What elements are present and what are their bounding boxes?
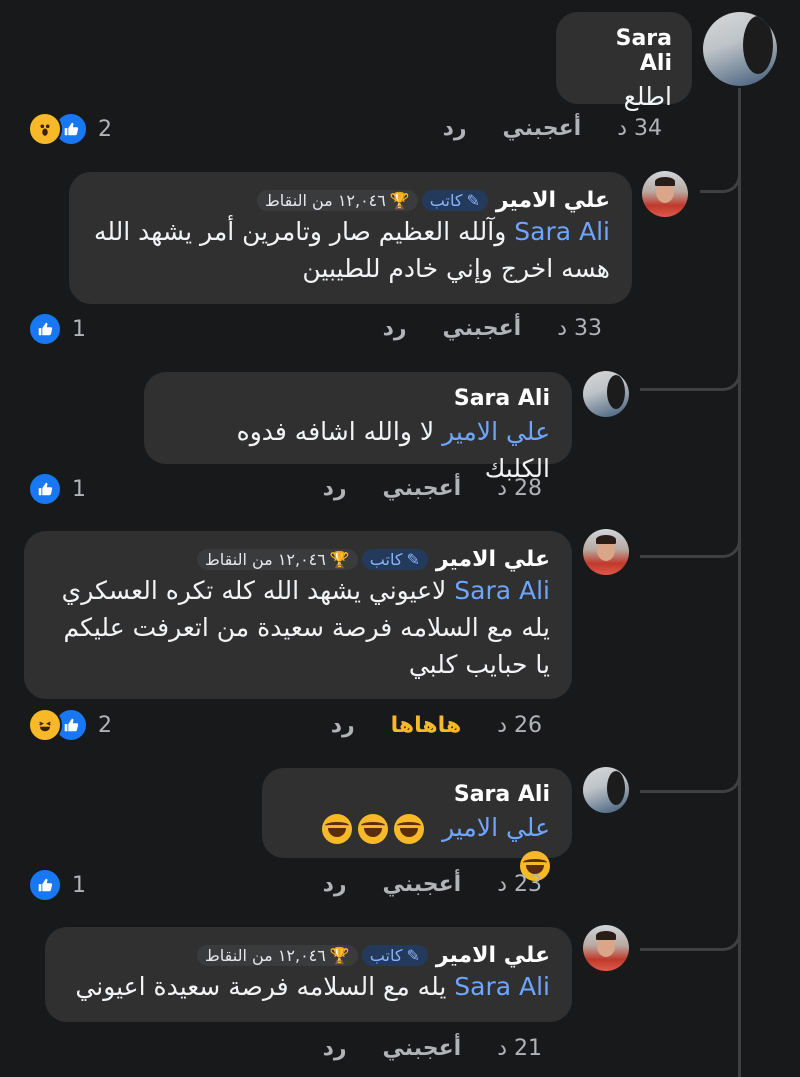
avatar[interactable] (703, 12, 777, 86)
comment-author[interactable]: Sara Ali (454, 386, 550, 411)
reaction-summary[interactable]: 1 (28, 868, 86, 902)
comment-author[interactable]: علي الامير (436, 943, 550, 968)
comment-bubble: علي الامير ✎ كاتب 🏆 ١٢,٠٤٦ من النقاط Sar… (24, 531, 572, 699)
comment-time: 23 د (497, 872, 542, 897)
comment-author[interactable]: Sara Ali (576, 26, 672, 76)
mention-link[interactable]: Sara Ali (514, 217, 610, 246)
comment-time: 34 د (617, 116, 662, 141)
like-button[interactable]: أعجبني (383, 872, 462, 897)
haha-reaction-icon (28, 708, 62, 742)
comment-actions: 28 د أعجبني رد (287, 476, 542, 501)
laughing-emoji-icon (394, 814, 425, 844)
reaction-count: 1 (72, 476, 86, 502)
laughing-emoji-icon (322, 814, 353, 844)
author-badge: ✎ كاتب (361, 549, 428, 570)
reaction-count: 1 (72, 872, 86, 898)
comment-author[interactable]: Sara Ali (454, 782, 550, 807)
like-button[interactable]: أعجبني (383, 1036, 462, 1061)
comment-time: 33 د (557, 316, 602, 341)
reply-button[interactable]: رد (331, 713, 355, 738)
comment-text: هسه اخرج وإني خادم للطيبين (302, 254, 610, 283)
reply-button[interactable]: رد (323, 1036, 347, 1061)
comment-author[interactable]: علي الامير (496, 188, 610, 213)
comment-text: يا حبايب كلبي (408, 650, 550, 679)
reaction-summary[interactable]: 1 (28, 312, 86, 346)
avatar[interactable] (642, 171, 688, 217)
comment-text: Sara Ali يله مع السلامه فرصة سعيدة اعيون… (75, 972, 550, 1001)
haha-button[interactable]: هاهاها (391, 713, 462, 738)
pencil-icon: ✎ (466, 191, 480, 210)
author-badge: ✎ كاتب (421, 190, 488, 211)
wow-reaction-icon (28, 112, 62, 146)
thread-connector (640, 505, 741, 558)
trophy-icon: 🏆 (329, 550, 350, 569)
like-button[interactable]: أعجبني (503, 116, 582, 141)
author-badge-label: كاتب (369, 550, 403, 569)
points-badge: 🏆 ١٢,٠٤٦ من النقاط (196, 549, 358, 570)
mention-link[interactable]: Sara Ali (454, 972, 550, 1001)
comment-text: Sara Ali وآلله العظيم صار وتامرين أمر يش… (93, 217, 610, 246)
comment-actions: 26 د هاهاها رد (295, 713, 542, 738)
avatar[interactable] (583, 767, 629, 813)
comment-actions: 23 د أعجبني رد (287, 872, 542, 897)
comment-text: Sara Ali لاعيوني يشهد الله كله تكره العس… (61, 576, 550, 605)
points-badge: 🏆 ١٢,٠٤٦ من النقاط (256, 190, 418, 211)
mention-link[interactable]: Sara Ali (454, 576, 550, 605)
pencil-icon: ✎ (406, 946, 420, 965)
reaction-count: 1 (72, 316, 86, 342)
reply-button[interactable]: رد (323, 872, 347, 897)
reply-button[interactable]: رد (323, 476, 347, 501)
comment-text: يله مع السلامه فرصة سعيدة من اتعرفت عليك… (63, 613, 550, 642)
reaction-summary[interactable]: 2 (28, 708, 112, 742)
thread-connector (640, 900, 741, 951)
reply-button[interactable]: رد (383, 316, 407, 341)
trophy-icon: 🏆 (329, 946, 350, 965)
points-badge-label: ١٢,٠٤٦ من النقاط (204, 550, 326, 569)
avatar[interactable] (583, 529, 629, 575)
comment-bubble: Sara Ali اطلع (556, 12, 692, 111)
comment-actions: 33 د أعجبني رد (347, 316, 602, 341)
like-reaction-icon (28, 472, 62, 506)
comment-bubble: علي الامير ✎ كاتب 🏆 ١٢,٠٤٦ من النقاط Sar… (45, 927, 572, 1022)
author-badge: ✎ كاتب (361, 945, 428, 966)
like-reaction-icon (28, 312, 62, 346)
comment-time: 28 د (497, 476, 542, 501)
reaction-summary[interactable]: 2 (28, 112, 112, 146)
like-button[interactable]: أعجبني (383, 476, 462, 501)
comment-bubble: Sara Ali علي الامير (262, 768, 572, 881)
mention-link[interactable]: علي الامير (442, 813, 550, 842)
avatar[interactable] (583, 371, 629, 417)
comment-actions: 34 د أعجبني رد (407, 116, 662, 141)
pencil-icon: ✎ (406, 550, 420, 569)
comment-text: اطلع (623, 82, 672, 111)
points-badge-label: ١٢,٠٤٦ من النقاط (264, 191, 386, 210)
reaction-count: 2 (98, 712, 112, 738)
avatar[interactable] (583, 925, 629, 971)
comment-author[interactable]: علي الامير (436, 547, 550, 572)
thread-connector (700, 150, 741, 193)
comment-time: 21 د (497, 1036, 542, 1061)
mention-link[interactable]: علي الامير (442, 417, 550, 446)
author-badge-label: كاتب (369, 946, 403, 965)
comment-bubble: علي الامير ✎ كاتب 🏆 ١٢,٠٤٦ من النقاط Sar… (69, 172, 632, 304)
reaction-count: 2 (98, 116, 112, 142)
trophy-icon: 🏆 (389, 191, 410, 210)
comment-actions: 21 د أعجبني رد (287, 1036, 542, 1061)
comment-bubble: Sara Ali علي الامير لا والله اشافه فدوه … (144, 372, 572, 483)
like-reaction-icon (28, 868, 62, 902)
author-badge-label: كاتب (429, 191, 463, 210)
comment-time: 26 د (497, 713, 542, 738)
points-badge: 🏆 ١٢,٠٤٦ من النقاط (196, 945, 358, 966)
reaction-summary[interactable]: 1 (28, 472, 86, 506)
reply-button[interactable]: رد (443, 116, 467, 141)
points-badge-label: ١٢,٠٤٦ من النقاط (204, 946, 326, 965)
thread-connector (640, 340, 741, 391)
laughing-emoji-icon (358, 814, 389, 844)
like-button[interactable]: أعجبني (443, 316, 522, 341)
thread-connector (640, 745, 741, 793)
